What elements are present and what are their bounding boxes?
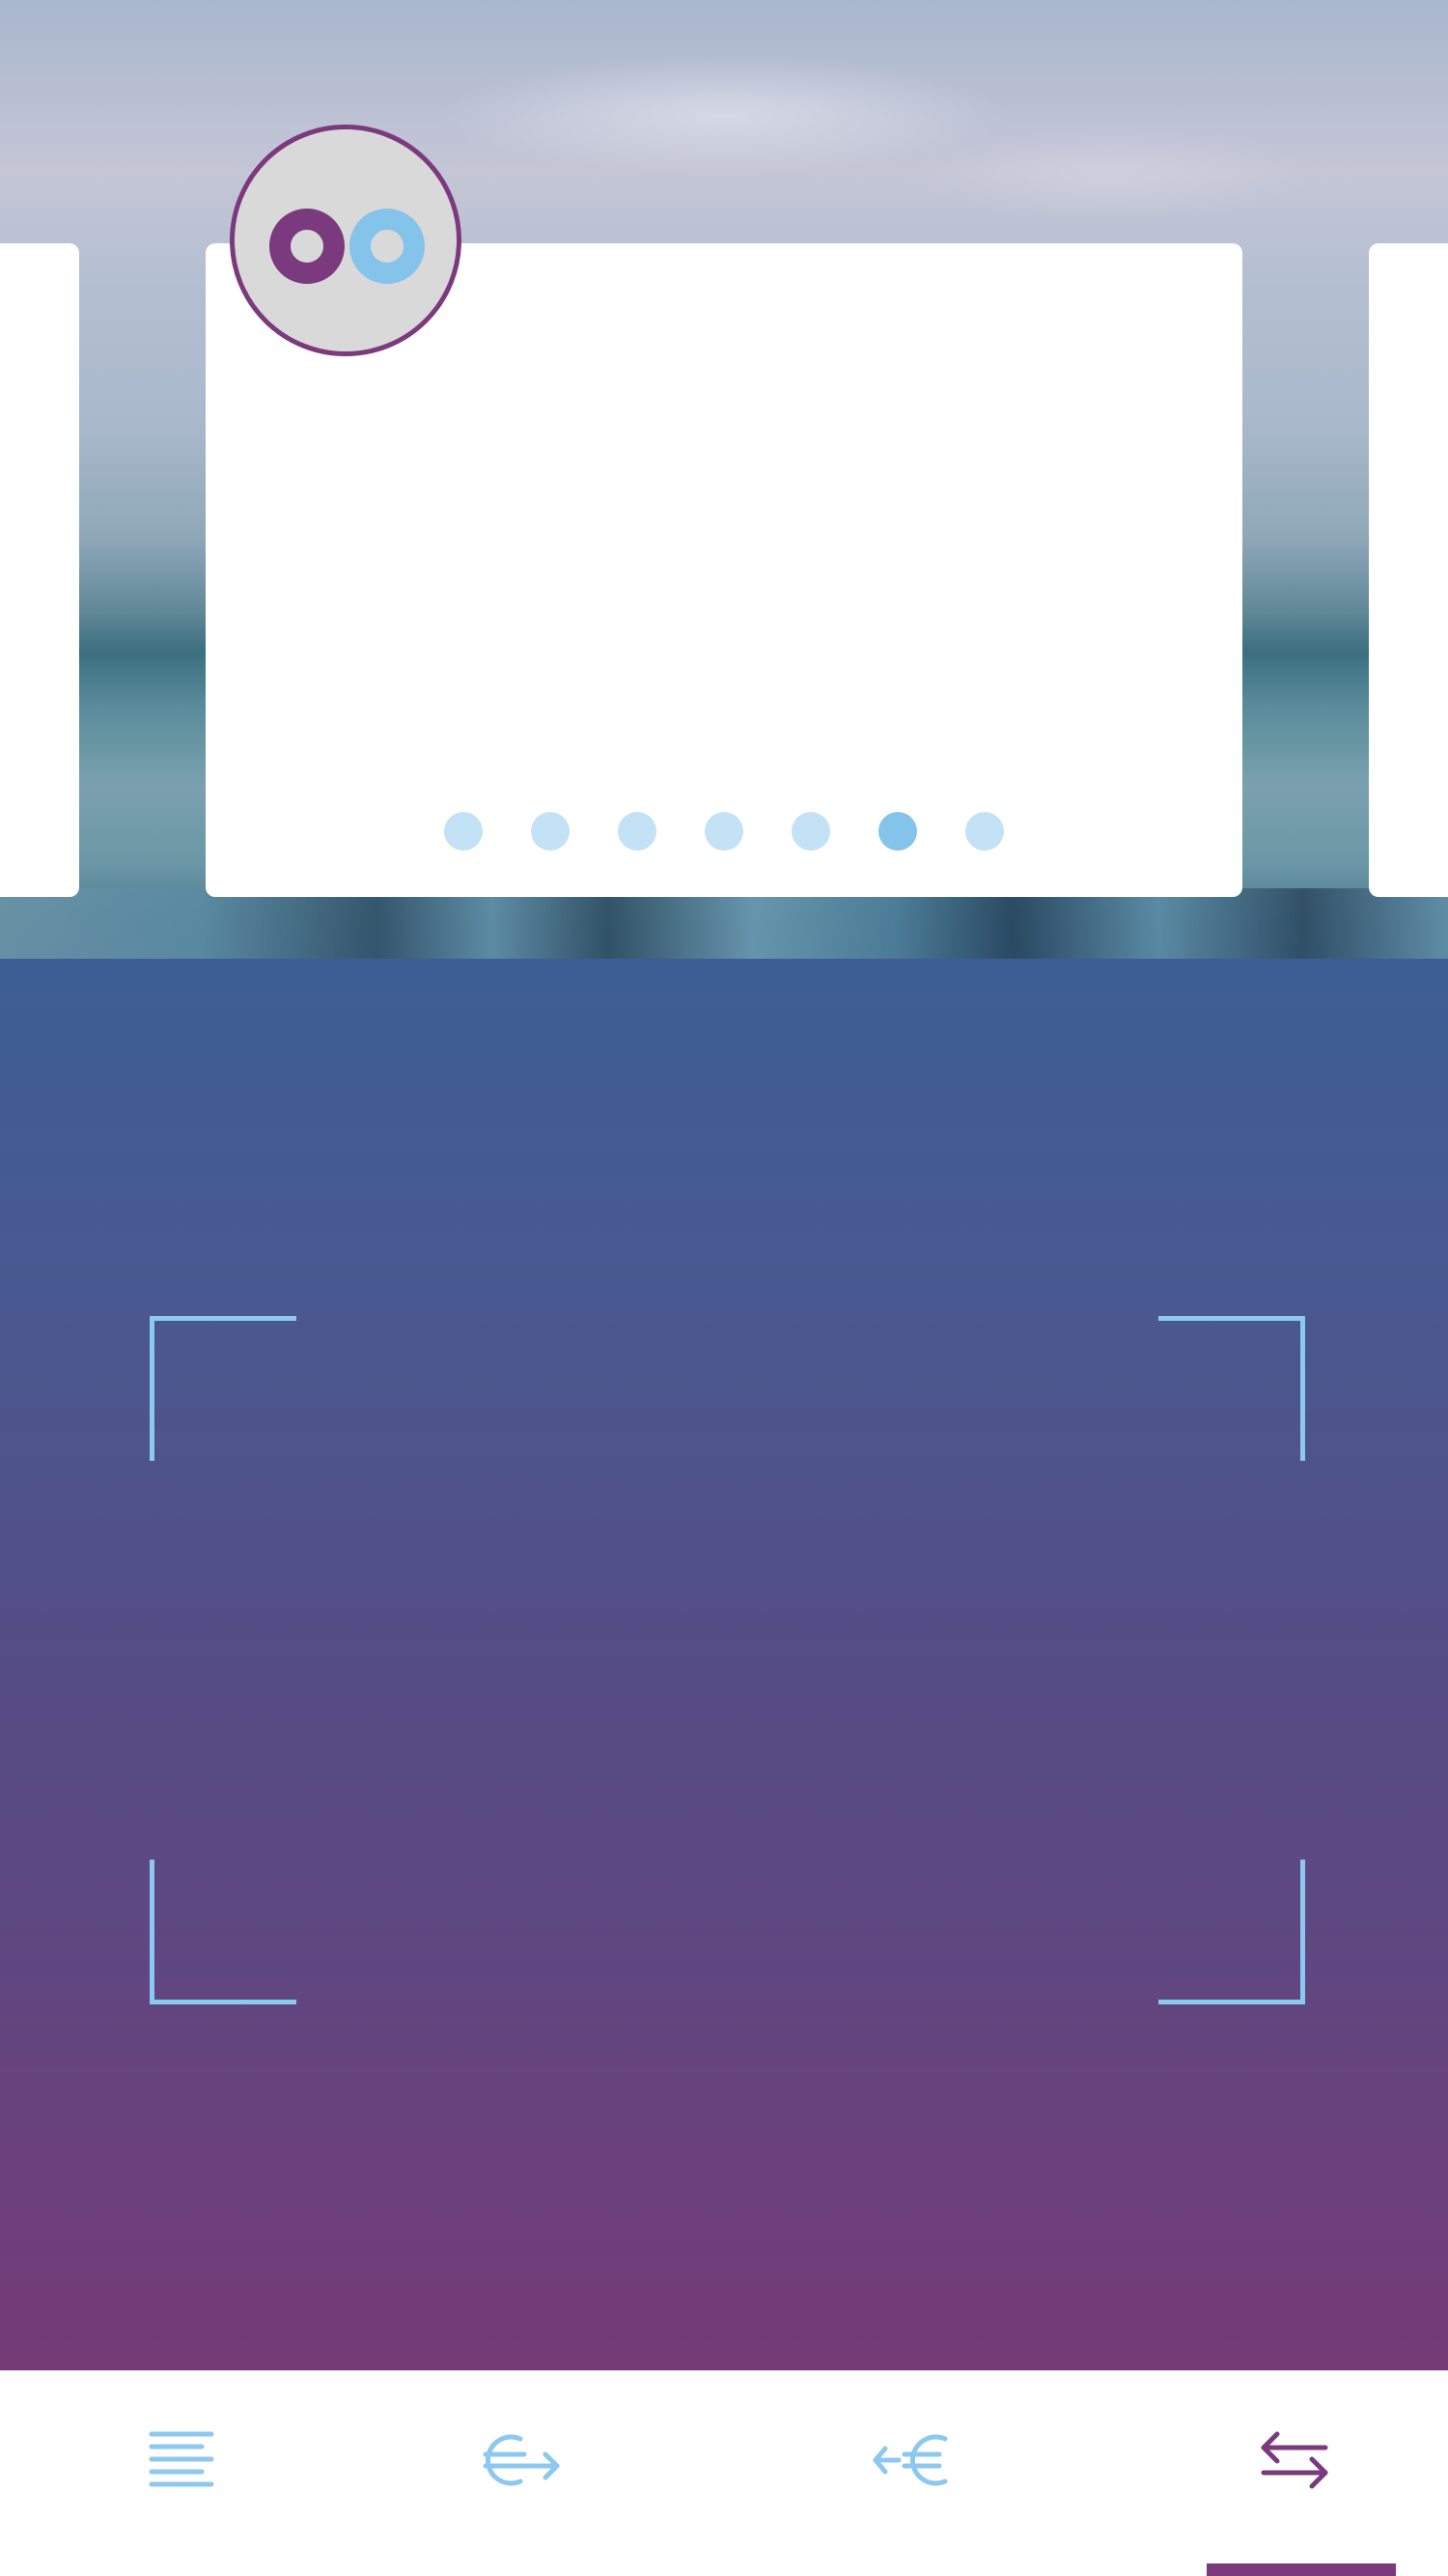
- tab-send[interactable]: [341, 2370, 703, 2576]
- scanner-corner-bottom-right: [1158, 1860, 1305, 2004]
- carousel-dot[interactable]: [444, 812, 483, 851]
- bottom-tab-bar: [0, 2370, 1448, 2576]
- app-screen: [0, 0, 1448, 2576]
- scanner-corner-top-left: [150, 1316, 296, 1461]
- carousel-dot[interactable]: [965, 812, 1004, 851]
- tab-list[interactable]: [0, 2370, 362, 2576]
- exchange-arrows-icon: [1261, 2431, 1327, 2488]
- tab-exchange[interactable]: [1113, 2370, 1448, 2576]
- carousel-dot[interactable]: [705, 812, 743, 851]
- carousel-dot[interactable]: [792, 812, 830, 851]
- hero-photo-shore: [0, 888, 1448, 959]
- euro-receive-icon: [873, 2434, 947, 2485]
- carousel-page-indicator: [0, 812, 1448, 851]
- brand-logo: [230, 125, 461, 356]
- qr-scanner-area[interactable]: [0, 959, 1448, 2370]
- carousel-dot[interactable]: [531, 812, 570, 851]
- oo-logo-icon: [269, 209, 425, 284]
- card-previous[interactable]: [0, 243, 79, 897]
- list-icon: [149, 2431, 213, 2486]
- carousel-dot[interactable]: [618, 812, 656, 851]
- scanner-corner-top-right: [1158, 1316, 1305, 1461]
- euro-send-icon: [483, 2434, 559, 2485]
- carousel-dot-active[interactable]: [878, 812, 917, 851]
- active-tab-indicator: [1207, 2563, 1396, 2576]
- scanner-corner-bottom-left: [150, 1860, 296, 2004]
- tab-receive[interactable]: [729, 2370, 1091, 2576]
- card-next[interactable]: [1369, 243, 1448, 897]
